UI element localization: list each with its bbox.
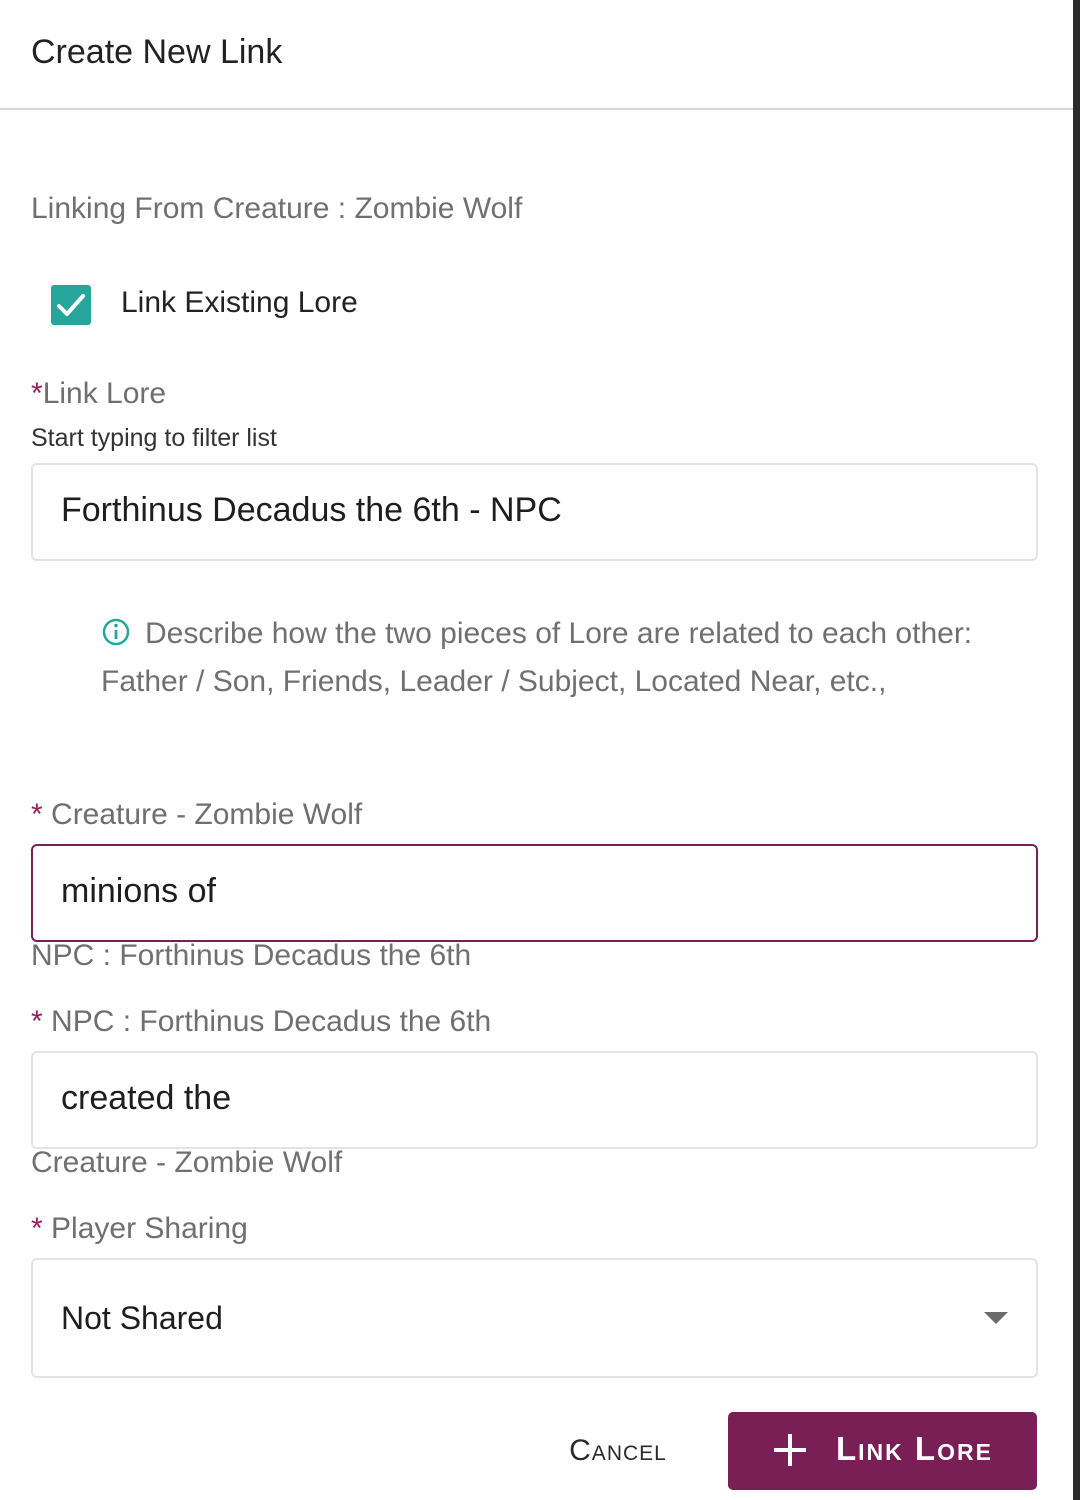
player-sharing-label-group: * Player Sharing [31, 1212, 248, 1246]
link-lore-button-label: Link Lore [836, 1430, 993, 1467]
relation-1-label: Creature - Zombie Wolf [51, 798, 363, 831]
relation-2-value: created the [61, 1079, 232, 1117]
required-mark: * [31, 1212, 43, 1245]
cancel-button[interactable]: Cancel [548, 1418, 688, 1484]
relation-2-label: NPC : Forthinus Decadus the 6th [51, 1005, 492, 1038]
relation-2-target: Creature - Zombie Wolf [31, 1146, 343, 1179]
link-lore-label: Link Lore [42, 377, 167, 410]
player-sharing-value: Not Shared [61, 1300, 223, 1336]
relation-2-input[interactable]: created the [31, 1051, 1038, 1149]
player-sharing-select[interactable]: Not Shared [31, 1258, 1038, 1378]
link-existing-lore-checkbox[interactable] [51, 285, 91, 325]
link-lore-input[interactable]: Forthinus Decadus the 6th - NPC [31, 463, 1038, 561]
link-lore-hint: Start typing to filter list [31, 424, 277, 452]
dialog-header: Create New Link [0, 0, 1073, 110]
relation-1-input[interactable]: minions of [31, 844, 1038, 942]
window-edge [1073, 0, 1080, 1500]
link-lore-value: Forthinus Decadus the 6th - NPC [61, 491, 562, 529]
dialog-title: Create New Link [31, 33, 283, 71]
relation-1-value: minions of [61, 872, 216, 910]
link-existing-lore-label[interactable]: Link Existing Lore [121, 286, 358, 320]
linking-from-text: Linking From Creature : Zombie Wolf [31, 192, 523, 225]
info-circle-icon [102, 618, 130, 646]
link-lore-label-group: *Link Lore [31, 377, 166, 411]
relationship-info-text: Describe how the two pieces of Lore are … [101, 617, 973, 698]
required-mark: * [31, 1005, 43, 1038]
relation-1-label-group: * Creature - Zombie Wolf [31, 798, 362, 832]
chevron-down-icon [984, 1312, 1008, 1324]
relation-1-target: NPC : Forthinus Decadus the 6th [31, 939, 472, 972]
link-lore-button[interactable]: Link Lore [728, 1412, 1037, 1490]
required-mark: * [31, 798, 43, 831]
checkmark-icon [57, 294, 85, 316]
relationship-info: Describe how the two pieces of Lore are … [101, 610, 981, 706]
relation-2-label-group: * NPC : Forthinus Decadus the 6th [31, 1005, 491, 1039]
plus-icon [774, 1434, 806, 1466]
required-mark: * [31, 377, 43, 410]
create-link-dialog: Create New Link Linking From Creature : … [0, 0, 1080, 1500]
player-sharing-label: Player Sharing [51, 1212, 248, 1245]
